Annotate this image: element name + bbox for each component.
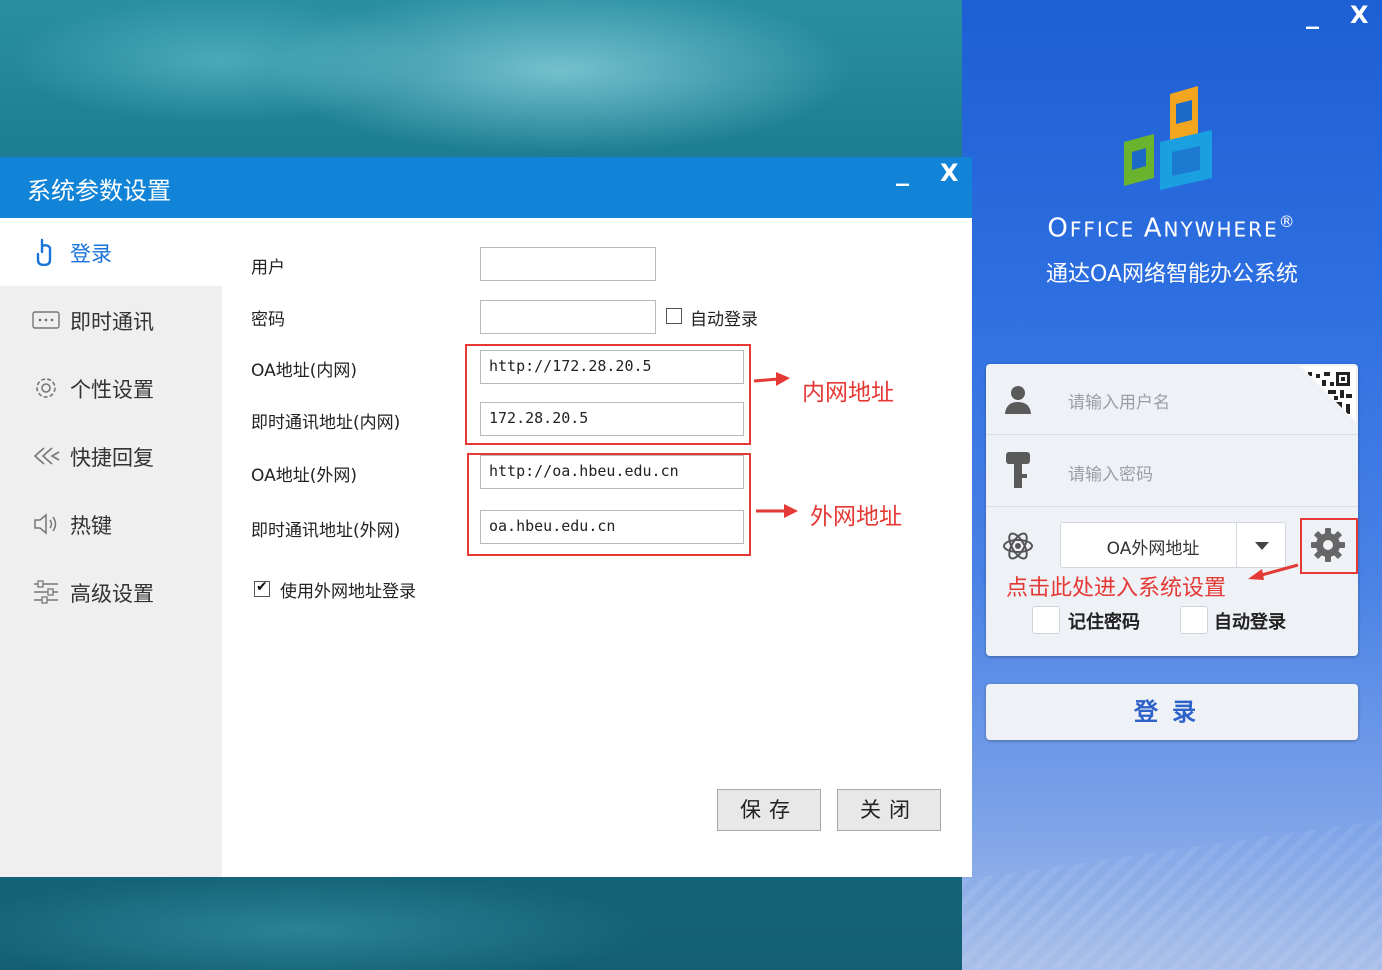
save-button[interactable]: 保存 <box>717 789 821 831</box>
im-external-label: 即时通讯地址(外网) <box>251 521 401 541</box>
dialog-close-button[interactable]: X <box>940 160 959 186</box>
speaker-icon <box>34 513 57 535</box>
sidebar-item-label: 热键 <box>70 514 112 538</box>
username-row[interactable]: 请输入用户名 <box>986 364 1358 435</box>
oa-external-label: OA地址(外网) <box>251 466 357 486</box>
panel-decoration <box>962 820 1382 970</box>
use-external-checkbox[interactable] <box>254 579 270 597</box>
sidebar-item-label: 高级设置 <box>70 582 154 606</box>
login-button[interactable]: 登录 <box>986 684 1358 740</box>
sidebar-item-label: 个性设置 <box>70 378 154 402</box>
chevron-down-icon[interactable] <box>1236 523 1285 567</box>
auto-login-checkbox[interactable] <box>1180 606 1208 634</box>
server-select-value: OA外网地址 <box>1106 539 1200 559</box>
sidebar-item-label: 即时通讯 <box>70 310 154 334</box>
brand-title: OFFICE ANYWHERE® <box>1047 212 1297 244</box>
im-internal-label: 即时通讯地址(内网) <box>251 413 401 433</box>
gear-icon <box>36 378 56 398</box>
server-icon <box>1003 532 1033 560</box>
sidebar-item-label: 快捷回复 <box>70 446 154 470</box>
dialog-title: 系统参数设置 <box>27 177 171 205</box>
advanced-icon <box>34 580 58 604</box>
settings-sidebar: 登录 即时通讯 个性设置 快捷回复 热键 高级设置 <box>0 218 222 877</box>
internal-arrow-icon <box>754 372 790 386</box>
remember-password-label: 记住密码 <box>1068 612 1140 633</box>
dialog-title-bar: 系统参数设置 _ X <box>0 157 972 218</box>
settings-dialog: 系统参数设置 _ X 登录 即时通讯 个性设置 快捷回复 热键 高级设置 用户 … <box>0 157 972 877</box>
user-input[interactable] <box>480 247 656 281</box>
sidebar-item-advanced-settings[interactable]: 高级设置 <box>0 558 222 626</box>
gear-icon <box>1311 528 1345 562</box>
reply-icon <box>33 447 60 465</box>
password-input[interactable]: 请输入密码 <box>1068 460 1153 485</box>
settings-hint: 点击此处进入系统设置 <box>1006 576 1227 601</box>
login-close-button[interactable]: X <box>1350 2 1369 28</box>
hint-arrow-icon <box>1248 563 1299 580</box>
dialog-minimize-button[interactable]: _ <box>896 159 909 185</box>
chat-icon <box>32 311 60 329</box>
sidebar-item-personalization[interactable]: 个性设置 <box>0 354 222 422</box>
close-button[interactable]: 关闭 <box>837 789 941 831</box>
brand-subtitle: 通达OA网络智能办公系统 <box>1046 262 1298 287</box>
dialog-auto-login-label: 自动登录 <box>690 310 758 330</box>
internal-address-annotation: 内网地址 <box>802 380 894 406</box>
oa-external-input[interactable]: http://oa.hbeu.edu.cn <box>480 455 744 489</box>
auto-login-label: 自动登录 <box>1214 612 1286 633</box>
use-external-label: 使用外网地址登录 <box>280 582 416 602</box>
external-arrow-icon <box>756 504 798 518</box>
touch-icon <box>36 238 52 266</box>
qr-code-icon[interactable] <box>1300 366 1356 422</box>
office-anywhere-logo <box>1124 86 1212 190</box>
password-row[interactable]: 请输入密码 <box>986 436 1358 507</box>
password-label: 密码 <box>251 310 285 330</box>
oa-internal-input[interactable]: http://172.28.20.5 <box>480 350 744 384</box>
password-input[interactable] <box>480 300 656 334</box>
dialog-auto-login-checkbox[interactable] <box>666 308 682 324</box>
user-label: 用户 <box>251 258 285 278</box>
sidebar-item-instant-messaging[interactable]: 即时通讯 <box>0 286 222 354</box>
im-external-input[interactable]: oa.hbeu.edu.cn <box>480 510 744 544</box>
user-icon <box>1005 386 1031 414</box>
im-internal-input[interactable]: 172.28.20.5 <box>480 402 744 436</box>
login-minimize-button[interactable]: _ <box>1306 2 1319 28</box>
sidebar-item-hotkeys[interactable]: 热键 <box>0 490 222 558</box>
key-icon <box>1006 452 1030 488</box>
oa-internal-label: OA地址(内网) <box>251 361 357 381</box>
login-panel: _ X OFFICE ANYWHERE® 通达OA网络智能办公系统 请输入用户名 <box>962 0 1382 970</box>
remember-password-checkbox[interactable] <box>1032 606 1060 634</box>
sidebar-item-label: 登录 <box>70 242 112 266</box>
sidebar-item-quick-reply[interactable]: 快捷回复 <box>0 422 222 490</box>
settings-button[interactable] <box>1300 518 1358 574</box>
username-input[interactable]: 请输入用户名 <box>1068 388 1170 413</box>
external-address-annotation: 外网地址 <box>810 504 902 530</box>
login-form-card: 请输入用户名 请输入密码 OA外网地址 点击此处进入系统设置 记住密码 自动登录 <box>986 364 1358 656</box>
sidebar-item-login[interactable]: 登录 <box>0 218 222 286</box>
